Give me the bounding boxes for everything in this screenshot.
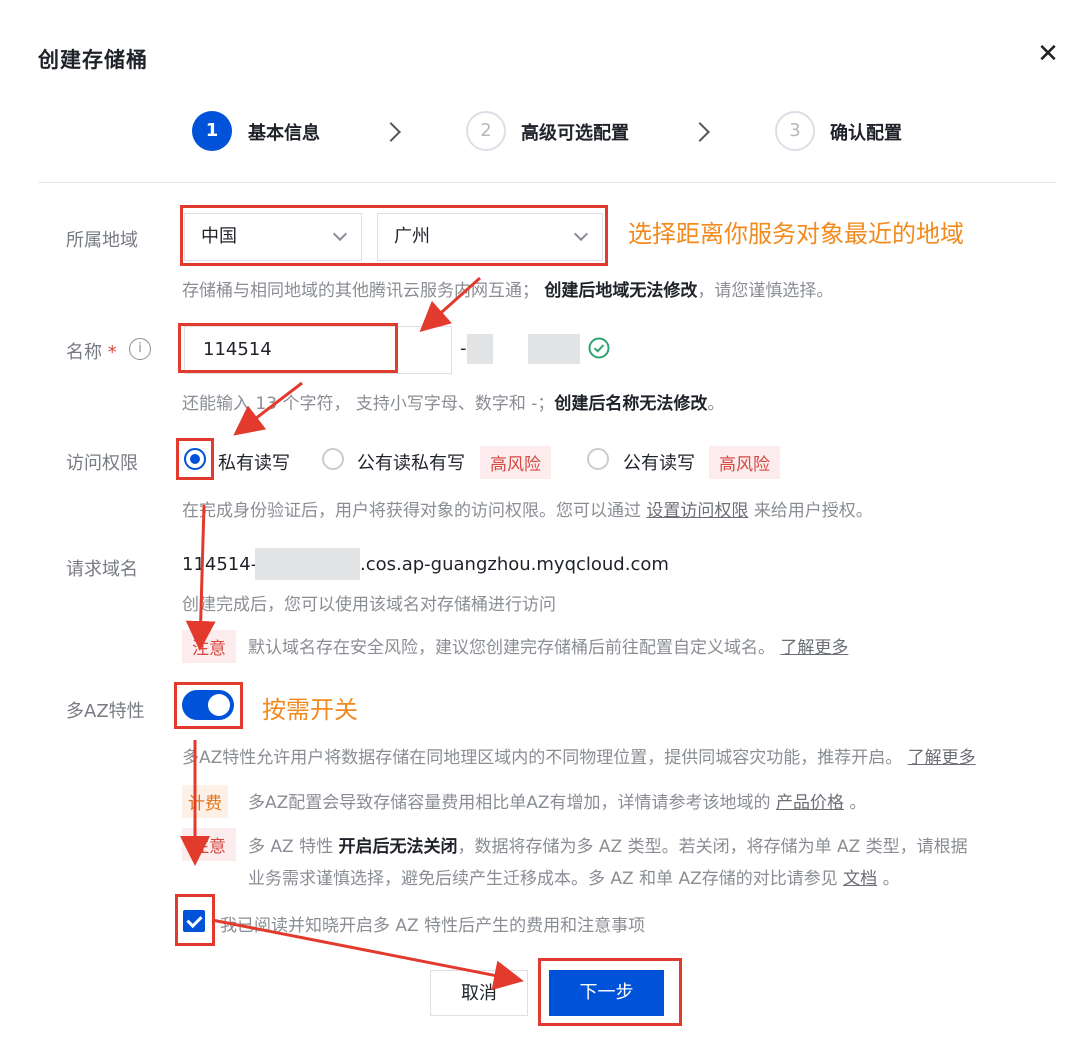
info-icon[interactable]: i: [129, 338, 151, 360]
doc-link[interactable]: 文档: [843, 869, 877, 889]
annotation-arrows: [180, 276, 524, 991]
close-icon[interactable]: ✕: [1036, 41, 1060, 67]
multi-az-label: 多AZ特性: [66, 701, 145, 722]
redacted-appid-1: [467, 334, 493, 364]
notice-bold: 开启后无法关闭: [338, 837, 458, 857]
multi-az-help: 多AZ特性允许用户将数据存储在同地理区域内的不同物理位置，提供同城容灾功能，推荐…: [182, 743, 976, 768]
check-circle-icon: [588, 337, 610, 359]
notice-line2: 业务需求谨慎选择，避免后续产生迁移成本。多 AZ 和单 AZ存储的对比请参见: [248, 869, 838, 889]
step-2-label: 高级可选配置: [521, 123, 629, 144]
notice-tag: 注意: [182, 630, 236, 663]
name-input-value: 114514: [203, 339, 272, 360]
radio-public-rw-label[interactable]: 公有读写: [623, 449, 695, 475]
radio-private-label[interactable]: 私有读写: [218, 449, 290, 475]
billing-text: 多AZ配置会导致存储容量费用相比单AZ有增加，详情请参考该地域的: [248, 793, 771, 813]
cancel-button[interactable]: 取消: [430, 970, 528, 1016]
multi-az-help-text: 多AZ特性允许用户将数据存储在同地理区域内的不同物理位置，提供同城容灾功能，推荐…: [182, 748, 903, 768]
multi-az-toggle[interactable]: [182, 690, 234, 720]
chevron-down-icon: [332, 226, 348, 242]
access-help-prefix: 在完成身份验证后，用户将获得对象的访问权限。您可以通过: [182, 501, 641, 521]
domain-prefix: 114514-: [182, 554, 258, 575]
ack-checkbox[interactable]: [183, 910, 205, 932]
chevron-down-icon: [573, 226, 589, 242]
name-help-prefix: 还能输入 13 个字符， 支持小写字母、数字和 -；: [182, 394, 555, 414]
name-suffix-dash: -: [460, 338, 467, 359]
notice-prefix: 多 AZ 特性: [248, 837, 334, 857]
access-help-suffix: 来给用户授权。: [753, 501, 873, 521]
billing-help: 多AZ配置会导致存储容量费用相比单AZ有增加，详情请参考该地域的 产品价格 。: [248, 788, 866, 813]
multi-az-notice: 多 AZ 特性 开启后无法关闭，数据将存储为多 AZ 类型。若关闭，将存储为单 …: [248, 831, 1038, 895]
name-input[interactable]: 114514: [184, 326, 452, 374]
notice-tag: 注意: [182, 828, 236, 861]
name-help: 还能输入 13 个字符， 支持小写字母、数字和 -；创建后名称无法修改。: [182, 389, 724, 414]
name-label-text: 名称: [66, 342, 102, 363]
name-help-suffix: 。: [707, 394, 725, 414]
redacted-domain: [255, 548, 360, 580]
domain-help: 创建完成后，您可以使用该域名对存储桶进行访问: [182, 595, 556, 615]
domain-label: 请求域名: [66, 559, 138, 580]
radio-public-read-label[interactable]: 公有读私有写: [357, 449, 465, 475]
radio-private[interactable]: [184, 448, 206, 470]
learn-more-link[interactable]: 了解更多: [780, 638, 848, 658]
step-2-circle: 2: [466, 111, 506, 151]
notice-line1-suffix: ，数据将存储为多 AZ 类型。若关闭，将存储为单 AZ 类型，请根据: [457, 837, 968, 857]
set-access-link[interactable]: 设置访问权限: [646, 501, 748, 521]
notice-end: 。: [882, 869, 900, 889]
step-1-label: 基本信息: [248, 123, 320, 144]
region-help-suffix: ，请您谨慎选择。: [697, 281, 834, 301]
annotation-toggle: 按需开关: [262, 696, 358, 724]
chevron-right-icon: [381, 122, 401, 142]
region-help-bold: 创建后地域无法修改: [544, 281, 698, 301]
name-help-bold: 创建后名称无法修改: [554, 394, 708, 414]
radio-public-read[interactable]: [322, 448, 344, 470]
domain-notice: 默认域名存在安全风险，建议您创建完存储桶后前往配置自定义域名。 了解更多: [248, 633, 848, 658]
step-3-label: 确认配置: [830, 123, 902, 144]
city-value: 广州: [394, 226, 430, 247]
header-divider: [38, 182, 1056, 183]
price-link[interactable]: 产品价格: [776, 793, 844, 813]
region-help: 存储桶与相同地域的其他腾讯云服务内网互通； 创建后地域无法修改，请您谨慎选择。: [182, 276, 833, 301]
country-select[interactable]: 中国: [184, 213, 362, 261]
billing-end: 。: [849, 793, 867, 813]
ack-label[interactable]: 我已阅读并知晓开启多 AZ 特性后产生的费用和注意事项: [220, 911, 645, 936]
step-3-circle: 3: [775, 111, 815, 151]
region-help-prefix: 存储桶与相同地域的其他腾讯云服务内网互通；: [182, 281, 539, 301]
redacted-appid-2: [528, 334, 580, 364]
name-label: 名称 *: [66, 338, 117, 364]
multi-az-learn-more-link[interactable]: 了解更多: [908, 748, 976, 768]
access-label: 访问权限: [66, 453, 138, 474]
annotation-region: 选择距离你服务对象最近的地域: [628, 220, 964, 248]
domain-notice-text: 默认域名存在安全风险，建议您创建完存储桶后前往配置自定义域名。: [248, 638, 775, 658]
required-mark: *: [107, 342, 117, 363]
country-value: 中国: [201, 226, 237, 247]
arrow-access-to-toggle: [185, 504, 216, 651]
region-label: 所属地域: [66, 230, 138, 251]
city-select[interactable]: 广州: [377, 213, 603, 261]
billing-tag: 计费: [182, 785, 228, 818]
domain-suffix: .cos.ap-guangzhou.myqcloud.com: [360, 554, 669, 575]
risk-tag: 高风险: [480, 446, 551, 479]
risk-tag: 高风险: [709, 446, 780, 479]
chevron-right-icon: [690, 122, 710, 142]
dialog-title: 创建存储桶: [38, 48, 148, 72]
next-button[interactable]: 下一步: [549, 970, 664, 1016]
radio-public-rw[interactable]: [587, 448, 609, 470]
step-1-circle: 1: [192, 111, 232, 151]
access-help: 在完成身份验证后，用户将获得对象的访问权限。您可以通过 设置访问权限 来给用户授…: [182, 496, 873, 521]
